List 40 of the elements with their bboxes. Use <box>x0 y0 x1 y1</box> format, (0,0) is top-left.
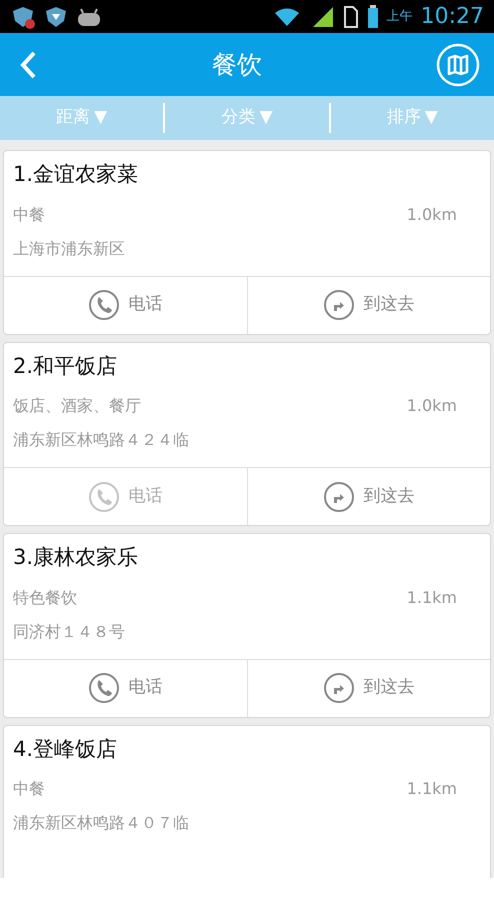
place-name: 1.金谊农家菜 <box>12 161 140 188</box>
place-category: 中餐 <box>13 204 45 226</box>
place-address: 上海市浦东新区 <box>13 238 126 260</box>
dropdown-arrow: ▼ <box>424 106 438 130</box>
place-category: 中餐 <box>13 778 45 800</box>
clock: 10:27 <box>420 3 484 31</box>
place-name: 2.和平饭店 <box>12 352 118 380</box>
back-button[interactable] <box>18 50 38 80</box>
phone-icon <box>88 480 120 512</box>
directions-button[interactable]: 到这去 <box>246 660 490 716</box>
time-period: 上午 <box>386 8 413 26</box>
dropdown-arrow: ▼ <box>94 106 108 130</box>
shield-icon <box>44 4 68 28</box>
call-button[interactable]: 电话 <box>4 276 246 334</box>
page-title: 餐饮 <box>212 48 262 81</box>
sim-icon <box>342 6 359 28</box>
map-button[interactable] <box>436 42 480 86</box>
place-category: 饭店、酒家、餐厅 <box>13 395 141 417</box>
distance-label: 1.1km <box>406 778 457 800</box>
directions-icon <box>323 480 356 512</box>
distance-label: 1.0km <box>406 204 457 226</box>
dropdown-arrow: ▼ <box>259 106 273 130</box>
directions-icon <box>323 672 356 704</box>
place-address: 浦东新区林鸣路４０７临 <box>13 812 190 834</box>
place-name: 3.康林农家乐 <box>12 544 140 571</box>
battery-icon <box>366 4 379 28</box>
wifi-icon <box>272 6 301 26</box>
place-name: 4.登峰饭店 <box>12 736 118 762</box>
call-button[interactable]: 电话 <box>4 660 246 716</box>
place-address: 浦东新区林鸣路４２４临 <box>13 429 190 451</box>
phone-icon <box>88 289 120 321</box>
directions-button[interactable]: 到这去 <box>246 468 490 525</box>
distance-label: 1.1km <box>406 586 457 608</box>
android-icon <box>76 6 102 26</box>
place-address: 同济村１４８号 <box>13 620 126 642</box>
directions-icon <box>323 289 356 321</box>
directions-button[interactable]: 到这去 <box>246 276 490 334</box>
place-category: 特色餐饮 <box>13 586 77 608</box>
distance-label: 1.0km <box>406 395 457 417</box>
phone-icon <box>88 672 120 704</box>
